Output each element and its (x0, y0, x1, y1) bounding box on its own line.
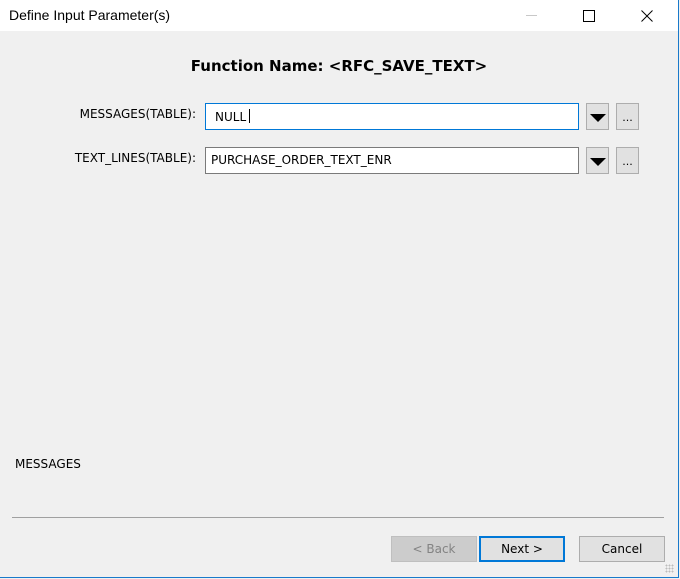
param-label-messages: MESSAGES(TABLE): (79, 107, 196, 121)
close-icon (641, 9, 653, 22)
back-button[interactable]: < Back (391, 536, 477, 562)
maximize-icon (583, 9, 595, 22)
function-name-heading: Function Name: <RFC_SAVE_TEXT> (190, 57, 488, 75)
minimize-icon (525, 15, 537, 16)
window-title: Define Input Parameter(s) (9, 7, 171, 23)
separator-line (12, 517, 664, 518)
param-input-messages[interactable]: NULL (205, 103, 579, 130)
param-browse-button-text-lines[interactable]: ... (616, 147, 639, 174)
ellipsis-icon: ... (622, 155, 633, 168)
ellipsis-icon: ... (622, 111, 633, 124)
cancel-button[interactable]: Cancel (579, 536, 665, 562)
param-input-text-lines-value: PURCHASE_ORDER_TEXT_ENR (211, 153, 392, 167)
param-input-messages-value: NULL (215, 110, 247, 124)
param-input-text-lines[interactable]: PURCHASE_ORDER_TEXT_ENR (205, 147, 579, 174)
param-label-text-lines: TEXT_LINES(TABLE): (74, 151, 196, 165)
minimize-button[interactable] (508, 0, 554, 31)
title-bar: Define Input Parameter(s) (0, 0, 678, 31)
param-dropdown-button-text-lines[interactable] (586, 147, 609, 174)
parameter-description: MESSAGES (15, 457, 81, 471)
next-button[interactable]: Next > (479, 536, 565, 562)
dialog-window: Define Input Parameter(s) Function Name:… (0, 0, 679, 578)
param-browse-button-messages[interactable]: ... (616, 103, 639, 130)
text-caret (249, 109, 251, 123)
close-button[interactable] (624, 0, 670, 31)
resize-grip-icon[interactable] (665, 564, 674, 573)
maximize-button[interactable] (566, 0, 612, 31)
dropdown-arrow-icon (589, 158, 606, 166)
param-dropdown-button-messages[interactable] (586, 103, 609, 130)
dropdown-arrow-icon (589, 114, 606, 122)
